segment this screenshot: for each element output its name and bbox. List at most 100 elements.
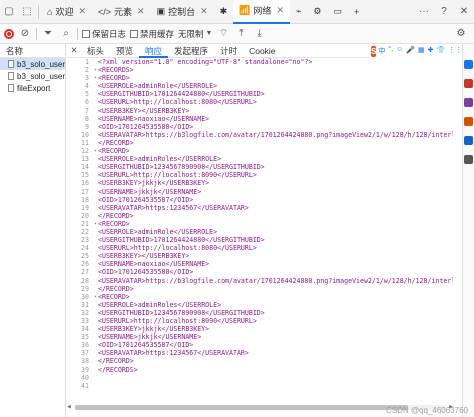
code-line: 28 <USERAVATAR>https://b3logfile.com/avat… (67, 277, 453, 285)
tab-item[interactable]: 📶 网络 ✕ (233, 0, 290, 24)
checkbox-box[interactable] (130, 29, 139, 38)
line-number: 4 (85, 82, 89, 91)
ime-logo[interactable]: S (371, 45, 377, 57)
ime-item[interactable]: 👕 (436, 46, 445, 56)
line-number: 7 (85, 106, 89, 115)
help-icon[interactable]: ? (434, 0, 454, 24)
add-icon[interactable] (464, 155, 473, 164)
disable-cache-checkbox[interactable]: 禁用缓存 (130, 28, 174, 40)
tab-item[interactable]: ⌂ 欢迎 ✕ (41, 0, 92, 24)
close-devtools-icon[interactable]: ✕ (454, 0, 474, 24)
code-text: <USERROLE>adminRoles</USERROLE> (98, 300, 222, 309)
gear-icon[interactable]: ⚙ (454, 27, 468, 41)
close-detail-icon[interactable]: ✕ (67, 45, 81, 56)
bug-icon: ✱ (219, 6, 228, 16)
detail-tab[interactable]: 计时 (214, 44, 243, 58)
add-tab-button[interactable]: + (348, 0, 365, 24)
tab-icon[interactable]: ▭ (327, 0, 348, 24)
ime-items: 中 °, ☺ 🎤 ▦ ✚ 👕 ⋮⋮ (378, 46, 462, 56)
ime-item[interactable]: ☺ (396, 46, 403, 56)
line-number: 18 (81, 195, 89, 204)
name-column-header: 名称 (0, 44, 65, 58)
office-icon[interactable] (464, 117, 473, 126)
line-number: 8 (85, 114, 89, 123)
response-viewer[interactable]: 1 <?xml version="1.0" encoding="UTF-8" st… (67, 58, 453, 402)
scroll-left-icon[interactable]: ◀ (67, 404, 71, 410)
filter-icon[interactable]: ⏷ (41, 27, 55, 41)
tab-item[interactable]: ▣ 控制台 ✕ (151, 0, 214, 24)
line-number: 13 (81, 155, 89, 164)
fold-icon (94, 374, 98, 382)
wifi-settings-icon[interactable]: ⌔ (216, 27, 230, 41)
code-line: 6 <USERURL>http://localhost:8080</USERURL… (67, 98, 453, 106)
line-number: 29 (81, 284, 89, 293)
detail-tab[interactable]: 标头 (81, 44, 110, 58)
request-list: 名称 b3_solo_user b3_solo_user fileExport (0, 44, 66, 417)
tab-label: 元素 (114, 7, 133, 17)
detail-tab[interactable]: Cookie (243, 44, 281, 58)
request-list-items: b3_solo_user b3_solo_user fileExport (0, 58, 65, 94)
chevron-down-icon: ▼ (205, 30, 213, 37)
close-tab-icon[interactable]: ✕ (78, 6, 86, 17)
clear-icon[interactable]: ⊘ (18, 27, 32, 41)
request-row[interactable]: b3_solo_user (0, 58, 65, 70)
export-icon[interactable]: ⤓ (252, 27, 266, 41)
search-icon[interactable] (464, 60, 473, 69)
tab-item[interactable]: </> 元素 ✕ (92, 0, 151, 24)
code-line: 19 <USERAVATAR>https:1234567</USERAVATAR> (67, 204, 453, 212)
request-row[interactable]: b3_solo_user (0, 70, 65, 82)
close-tab-icon[interactable]: ✕ (200, 6, 208, 17)
line-number: 31 (81, 300, 89, 309)
tools-icon[interactable] (464, 98, 473, 107)
tab-icon[interactable]: ✱ (214, 0, 234, 24)
code-line: 5 <USERGITHUBID>1701264424880</USERGITHUB… (67, 90, 453, 98)
throttle-select[interactable]: 无限制 ▼ (178, 28, 212, 40)
ime-item[interactable]: 🎤 (406, 46, 415, 56)
code-text: <USERAVATAR>https://b3logfile.com/avatar… (98, 130, 453, 139)
code-line: 31 <USERROLE>adminRoles</USERROLE> (67, 301, 453, 309)
code-line: 39 </RECORDS> (67, 366, 453, 374)
line-number: 14 (81, 163, 89, 172)
search-icon[interactable]: ⌕ (59, 27, 73, 41)
device-toolbar-icon[interactable]: ▢ (0, 0, 18, 24)
close-tab-icon[interactable]: ✕ (137, 6, 145, 17)
tab-icon[interactable]: ⚙ (307, 0, 327, 24)
code-lines: 1 <?xml version="1.0" encoding="UTF-8" st… (67, 58, 453, 390)
code-text: <USERB3KEY></USERB3KEY> (98, 252, 190, 261)
code-text: </RECORD> (98, 284, 134, 293)
code-line: 27 <OID>1701264535580</OID> (67, 268, 453, 276)
devtools-tabs: ⌂ 欢迎 ✕ </> 元素 ✕ ▣ 控制台 ✕ ✱ 📶 网络 ✕ ⌁ ⚙ ▭ (41, 0, 348, 24)
detail-tab[interactable]: 响应 (139, 44, 169, 58)
checkbox-box[interactable] (82, 29, 90, 38)
scroll-thumb[interactable] (74, 404, 409, 410)
throttle-label: 无限制 (178, 28, 204, 39)
preserve-log-checkbox[interactable]: 保留日志 (82, 28, 126, 40)
ime-item[interactable]: ✚ (428, 46, 434, 56)
tab-icon[interactable]: ⌁ (290, 0, 307, 24)
ime-item[interactable]: °, (388, 46, 393, 56)
code-text: <USERGITHUBID>1234567890908</USERGITHUBI… (98, 308, 265, 317)
record-icon[interactable] (4, 28, 14, 39)
ime-item[interactable]: ▦ (418, 46, 425, 56)
line-number: 15 (81, 171, 89, 180)
request-row[interactable]: fileExport (0, 82, 65, 94)
close-tab-icon[interactable]: ✕ (276, 5, 284, 16)
ime-item[interactable]: 中 (378, 46, 385, 56)
code-text: <OID>1701264535580</OID> (98, 268, 194, 277)
more-icon[interactable]: ··· (414, 0, 434, 24)
code-text: <USERURL>http://localhost:8080</USERURL> (98, 98, 257, 107)
ime-item[interactable]: ⋮⋮ (448, 46, 462, 56)
code-line: 13 <USERROLE>adminRoles</USERROLE> (67, 155, 453, 163)
inspect-icon[interactable]: ⬚ (18, 0, 36, 24)
import-icon[interactable]: ⤒ (234, 27, 248, 41)
code-line: 37 <USERAVATAR>https:1234567</USERAVATAR> (67, 349, 453, 357)
outlook-icon[interactable] (464, 136, 473, 145)
collections-icon[interactable] (464, 79, 473, 88)
detail-tab[interactable]: 预览 (110, 44, 139, 58)
code-line: 29 </RECORD> (67, 285, 453, 293)
line-number: 16 (81, 179, 89, 188)
detail-tab[interactable]: 发起程序 (168, 44, 214, 58)
code-line: 16 <USERB3KEY>jkkjk</USERB3KEY> (67, 179, 453, 187)
line-number: 23 (81, 236, 89, 245)
code-text: <USERGITHUBID>1701264424880</USERGITHUBI… (98, 90, 265, 99)
